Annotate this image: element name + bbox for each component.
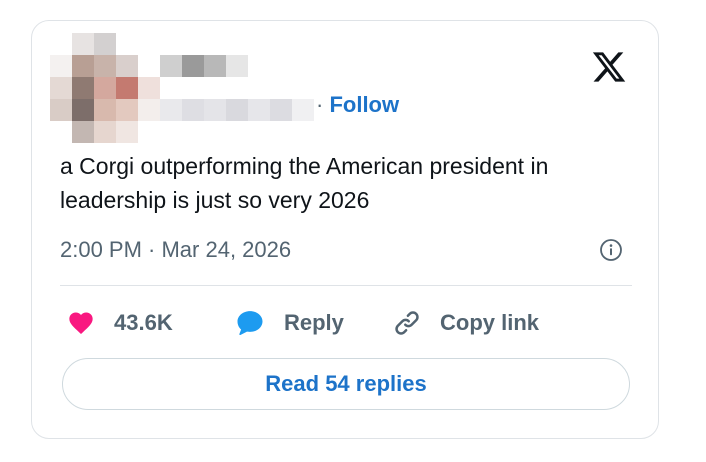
x-logo-icon[interactable] [590, 49, 628, 85]
follow-link[interactable]: Follow [329, 92, 399, 117]
like-count: 43.6K [114, 310, 173, 335]
tweet-text: a Corgi outperforming the American presi… [60, 153, 549, 213]
tweet-timestamp[interactable]: 2:00 PM · Mar 24, 2026 [60, 235, 291, 265]
heart-icon [69, 312, 93, 334]
tweet-embed-card: · Follow a Corgi outperforming the Ameri… [31, 20, 659, 439]
avatar[interactable] [50, 33, 160, 143]
follow-group: · Follow [316, 91, 399, 119]
link-icon [395, 311, 419, 335]
copy-link-button[interactable]: Copy link [392, 305, 539, 341]
speech-bubble-icon [237, 311, 263, 336]
like-button[interactable]: 43.6K [66, 305, 173, 341]
reply-button[interactable]: Reply [234, 305, 344, 341]
divider [60, 285, 632, 286]
read-replies-button[interactable]: Read 54 replies [62, 358, 630, 410]
follow-separator: · [316, 92, 324, 117]
copy-link-label: Copy link [440, 310, 540, 335]
reply-label: Reply [284, 310, 344, 335]
info-icon[interactable] [599, 238, 623, 262]
display-name-redacted[interactable] [160, 55, 248, 77]
action-bar: 43.6K Reply Copy link [32, 305, 658, 341]
handle-redacted[interactable] [160, 99, 314, 121]
